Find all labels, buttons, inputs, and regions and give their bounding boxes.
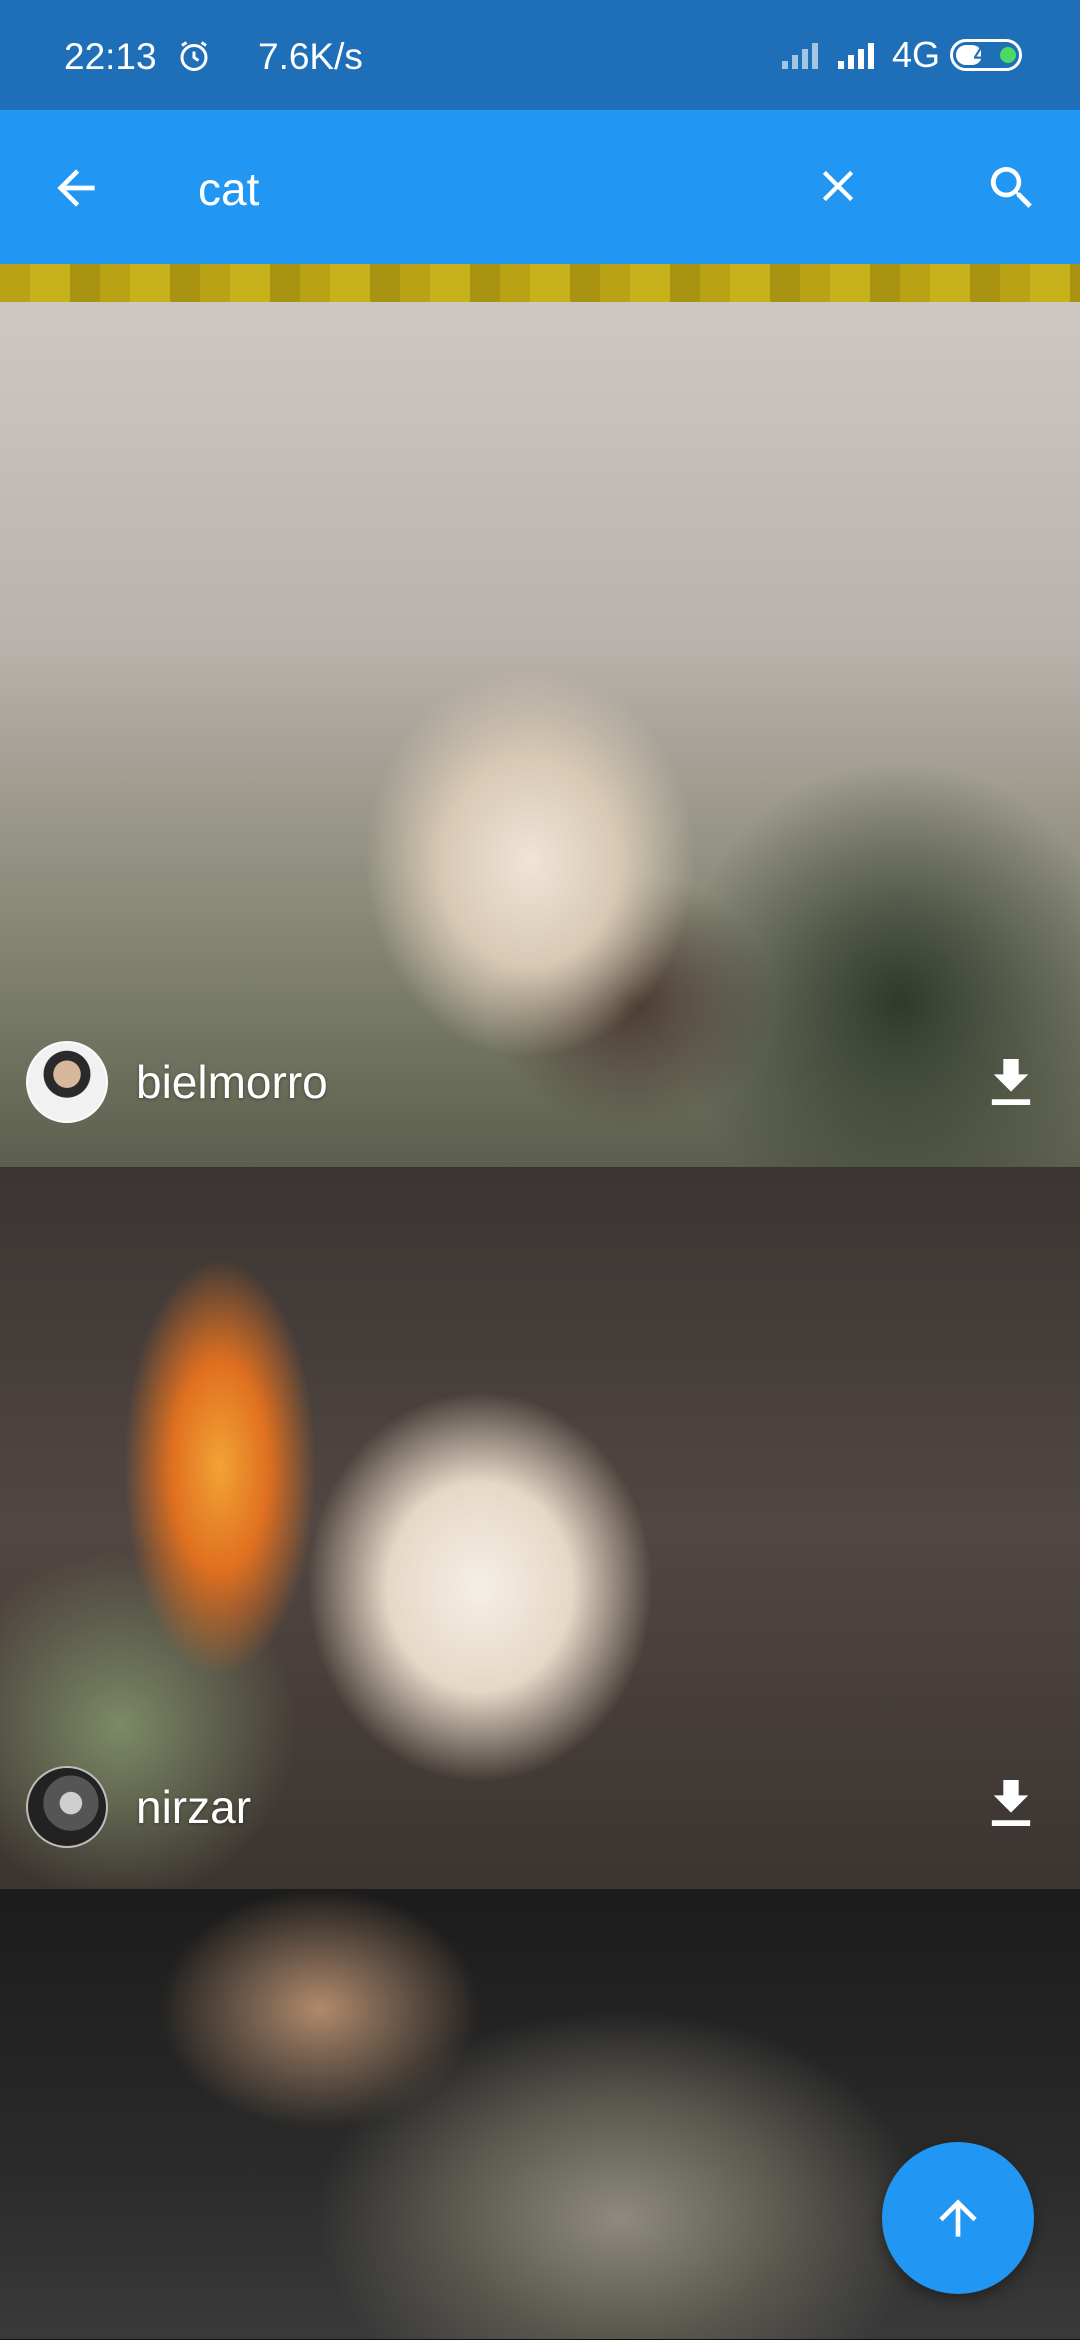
author-name[interactable]: nirzar [136,1780,251,1834]
battery-level: 42 [973,42,999,67]
avatar[interactable] [26,1041,108,1123]
signal-icon-hd [837,43,874,69]
search-query[interactable]: cat [198,162,259,216]
status-time: 22:13 [64,36,157,77]
arrow-up-icon [939,2199,977,2237]
status-indicators: 4G 42 [780,34,1022,76]
avatar[interactable] [26,1766,108,1848]
photo-partial-top[interactable] [0,264,1080,302]
download-icon[interactable] [988,1054,1034,1110]
status-speed: 7.6K/s [258,36,363,77]
photo-image[interactable] [0,302,1080,1167]
photo-card[interactable]: bielmorro [0,302,1080,1167]
app-bar: cat [0,110,1080,264]
status-bar: 22:13 7.6K/s 4G 42 [0,0,1080,110]
author-row[interactable]: bielmorro [26,1041,328,1123]
photo-feed[interactable]: bielmorro nirzar [0,264,1080,2339]
arrow-left-icon[interactable] [48,160,104,216]
photo-card[interactable]: nirzar [0,1167,1080,1889]
battery-icon: 42 [950,39,1022,71]
network-type: 4G [891,34,940,75]
scroll-to-top-button[interactable] [882,2142,1034,2294]
close-icon[interactable] [812,160,864,212]
author-row[interactable]: nirzar [26,1766,251,1848]
author-name[interactable]: bielmorro [136,1055,328,1109]
signal-icon [781,43,818,69]
search-icon[interactable] [984,160,1040,216]
alarm-icon [180,41,208,71]
download-icon[interactable] [988,1775,1034,1831]
